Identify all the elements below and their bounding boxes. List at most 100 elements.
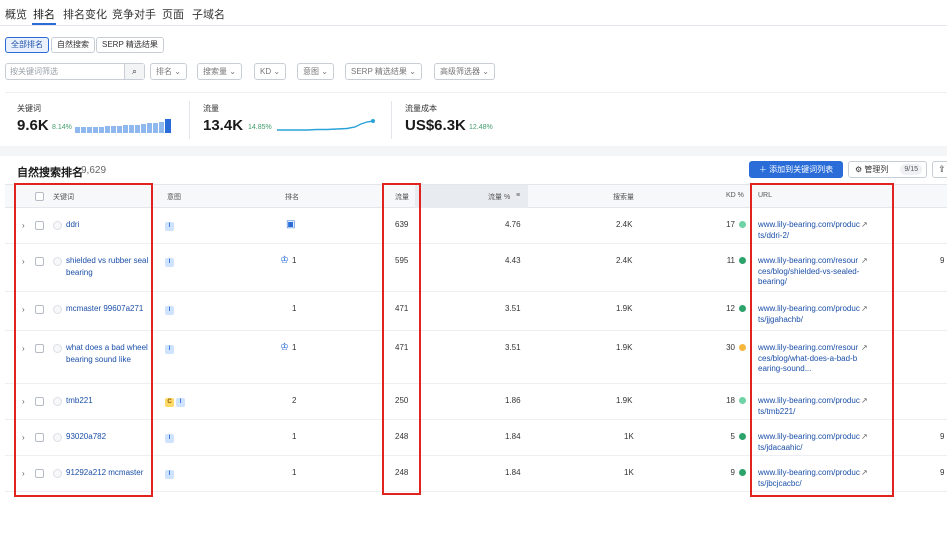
section-count: 9,629 bbox=[81, 165, 107, 176]
kd-value: 17 bbox=[726, 220, 735, 229]
keywords-card: 关键词 9.6K 8.14% bbox=[5, 93, 189, 145]
volume-value: 1.9K bbox=[616, 343, 633, 352]
col-traffic-pct[interactable]: 流量 % bbox=[488, 192, 510, 202]
truncated-column-value: 9 bbox=[940, 256, 945, 265]
traffic-pct-value: 1.86 bbox=[505, 396, 521, 405]
advanced-filters-dropdown[interactable]: 高级筛选器 ⌄ bbox=[434, 63, 495, 80]
volume-value: 2.4K bbox=[616, 220, 633, 229]
chevron-down-icon: ⌄ bbox=[409, 67, 416, 76]
card-divider bbox=[189, 101, 190, 139]
col-intent[interactable]: 意图 bbox=[167, 192, 181, 202]
tab-overview[interactable]: 概览 bbox=[5, 6, 27, 22]
summary-panel: 关键词 9.6K 8.14% 流量 13.4K 14.85% 流量成本 US$6… bbox=[5, 92, 947, 144]
volume-dropdown[interactable]: 搜索量 ⌄ bbox=[197, 63, 242, 80]
truncated-column-value: 9 bbox=[940, 432, 945, 441]
traffic-column-highlight-box bbox=[382, 183, 421, 495]
sorted-column-highlight bbox=[415, 185, 528, 208]
export-icon[interactable]: ⇪ bbox=[932, 161, 947, 178]
intent-badge: I bbox=[165, 345, 174, 354]
kd-cell: 30 bbox=[726, 343, 746, 352]
chevron-down-icon: ⌄ bbox=[174, 67, 181, 76]
intent-badges: I bbox=[165, 256, 176, 267]
add-to-keyword-list-button[interactable]: ＋ 添加到关键词列表 bbox=[749, 161, 843, 178]
tab-rankings[interactable]: 排名 bbox=[33, 6, 55, 22]
kd-cell: 18 bbox=[726, 396, 746, 405]
sort-icon[interactable]: ≡ bbox=[516, 192, 520, 199]
tab-pages[interactable]: 页面 bbox=[162, 6, 184, 22]
tab-ranking-changes[interactable]: 排名变化 bbox=[63, 6, 107, 22]
volume-value: 1.9K bbox=[616, 396, 633, 405]
segment-serp-features[interactable]: SERP 精选结果 bbox=[96, 37, 164, 53]
tab-competitors[interactable]: 竞争对手 bbox=[112, 6, 156, 22]
intent-badges: I bbox=[165, 220, 176, 231]
traffic-pct-value: 1.84 bbox=[505, 432, 521, 441]
url-column-highlight-box bbox=[750, 183, 894, 497]
volume-dropdown-label: 搜索量 bbox=[203, 67, 227, 76]
col-kd[interactable]: KD % bbox=[726, 192, 744, 199]
kd-value: 18 bbox=[726, 396, 735, 405]
intent-badges: I bbox=[165, 432, 176, 443]
intent-badge: I bbox=[165, 434, 174, 443]
traffic-pct-value: 3.51 bbox=[505, 343, 521, 352]
traffic-cost-card: 流量成本 US$6.3K 12.48% bbox=[393, 93, 593, 145]
keywords-label: 关键词 bbox=[17, 104, 41, 113]
kd-value: 9 bbox=[730, 468, 735, 477]
position-value: 1 bbox=[292, 256, 297, 265]
intent-dropdown[interactable]: 意图 ⌄ bbox=[297, 63, 334, 80]
keywords-pct: 8.14% bbox=[52, 124, 72, 131]
chevron-down-icon: ⌄ bbox=[229, 67, 236, 76]
kd-cell: 5 bbox=[731, 432, 746, 441]
kd-cell: 9 bbox=[731, 468, 746, 477]
kd-difficulty-dot bbox=[739, 305, 746, 313]
intent-badges: I bbox=[165, 468, 176, 479]
image-pack-icon: ▣ bbox=[286, 219, 296, 230]
volume-value: 1K bbox=[624, 432, 634, 441]
col-volume[interactable]: 搜索量 bbox=[613, 192, 634, 202]
traffic-cost-value: US$6.3K bbox=[405, 117, 466, 134]
traffic-pct-value: 3.51 bbox=[505, 304, 521, 313]
segment-organic[interactable]: 自然搜索 bbox=[51, 37, 95, 53]
top-tabs: 概览 排名 排名变化 竞争对手 页面 子域名 bbox=[0, 0, 947, 26]
serp-features-dropdown[interactable]: SERP 精选结果 ⌄ bbox=[345, 63, 422, 80]
chevron-down-icon: ⌄ bbox=[273, 67, 281, 76]
col-position[interactable]: 排名 bbox=[285, 192, 299, 202]
serp-features-dropdown-label: SERP 精选结果 bbox=[351, 67, 407, 76]
kd-dropdown-label: KD bbox=[260, 67, 272, 76]
card-divider bbox=[391, 101, 392, 139]
crown-icon: ♔ bbox=[280, 255, 289, 266]
tab-subdomains[interactable]: 子域名 bbox=[192, 6, 225, 22]
position-dropdown[interactable]: 排名 ⌄ bbox=[150, 63, 187, 80]
gear-icon: ⚙ bbox=[855, 165, 863, 174]
intent-dropdown-label: 意图 bbox=[303, 67, 319, 76]
position-value: 1 bbox=[292, 468, 297, 477]
traffic-pct-value: 4.76 bbox=[505, 220, 521, 229]
kd-value: 30 bbox=[726, 343, 735, 352]
kd-value: 11 bbox=[726, 256, 735, 265]
traffic-sparkline bbox=[277, 119, 375, 131]
chevron-down-icon: ⌄ bbox=[321, 67, 328, 76]
position-value: 1 bbox=[292, 432, 297, 441]
kd-difficulty-dot bbox=[739, 344, 746, 352]
keyword-filter-input[interactable]: 按关键词筛选 ⌕ bbox=[5, 63, 145, 80]
active-tab-indicator bbox=[32, 23, 56, 25]
position-value: 1 bbox=[292, 304, 297, 313]
advanced-filters-label: 高级筛选器 bbox=[440, 67, 480, 76]
intent-badges: CI bbox=[165, 396, 187, 407]
position-value: 1 bbox=[292, 343, 297, 352]
segment-all-rankings[interactable]: 全部排名 bbox=[5, 37, 49, 53]
traffic-pct: 14.85% bbox=[248, 124, 272, 131]
position-dropdown-label: 排名 bbox=[156, 67, 172, 76]
traffic-value: 13.4K bbox=[203, 117, 244, 134]
section-gap bbox=[0, 146, 947, 156]
manage-columns-button[interactable]: ⚙ 管理列 9/15 bbox=[848, 161, 927, 178]
section-title: 自然搜索排名 bbox=[17, 167, 83, 179]
traffic-pct-value: 4.43 bbox=[505, 256, 521, 265]
keywords-bar-sparkline bbox=[75, 119, 171, 133]
kd-cell: 11 bbox=[727, 256, 746, 265]
add-to-keyword-list-label: 添加到关键词列表 bbox=[769, 165, 834, 174]
truncated-column-value: 9 bbox=[940, 468, 945, 477]
intent-badges: I bbox=[165, 304, 176, 315]
kd-dropdown[interactable]: KD ⌄ bbox=[254, 63, 287, 80]
search-icon[interactable]: ⌕ bbox=[124, 64, 144, 79]
kd-difficulty-dot bbox=[739, 397, 746, 405]
